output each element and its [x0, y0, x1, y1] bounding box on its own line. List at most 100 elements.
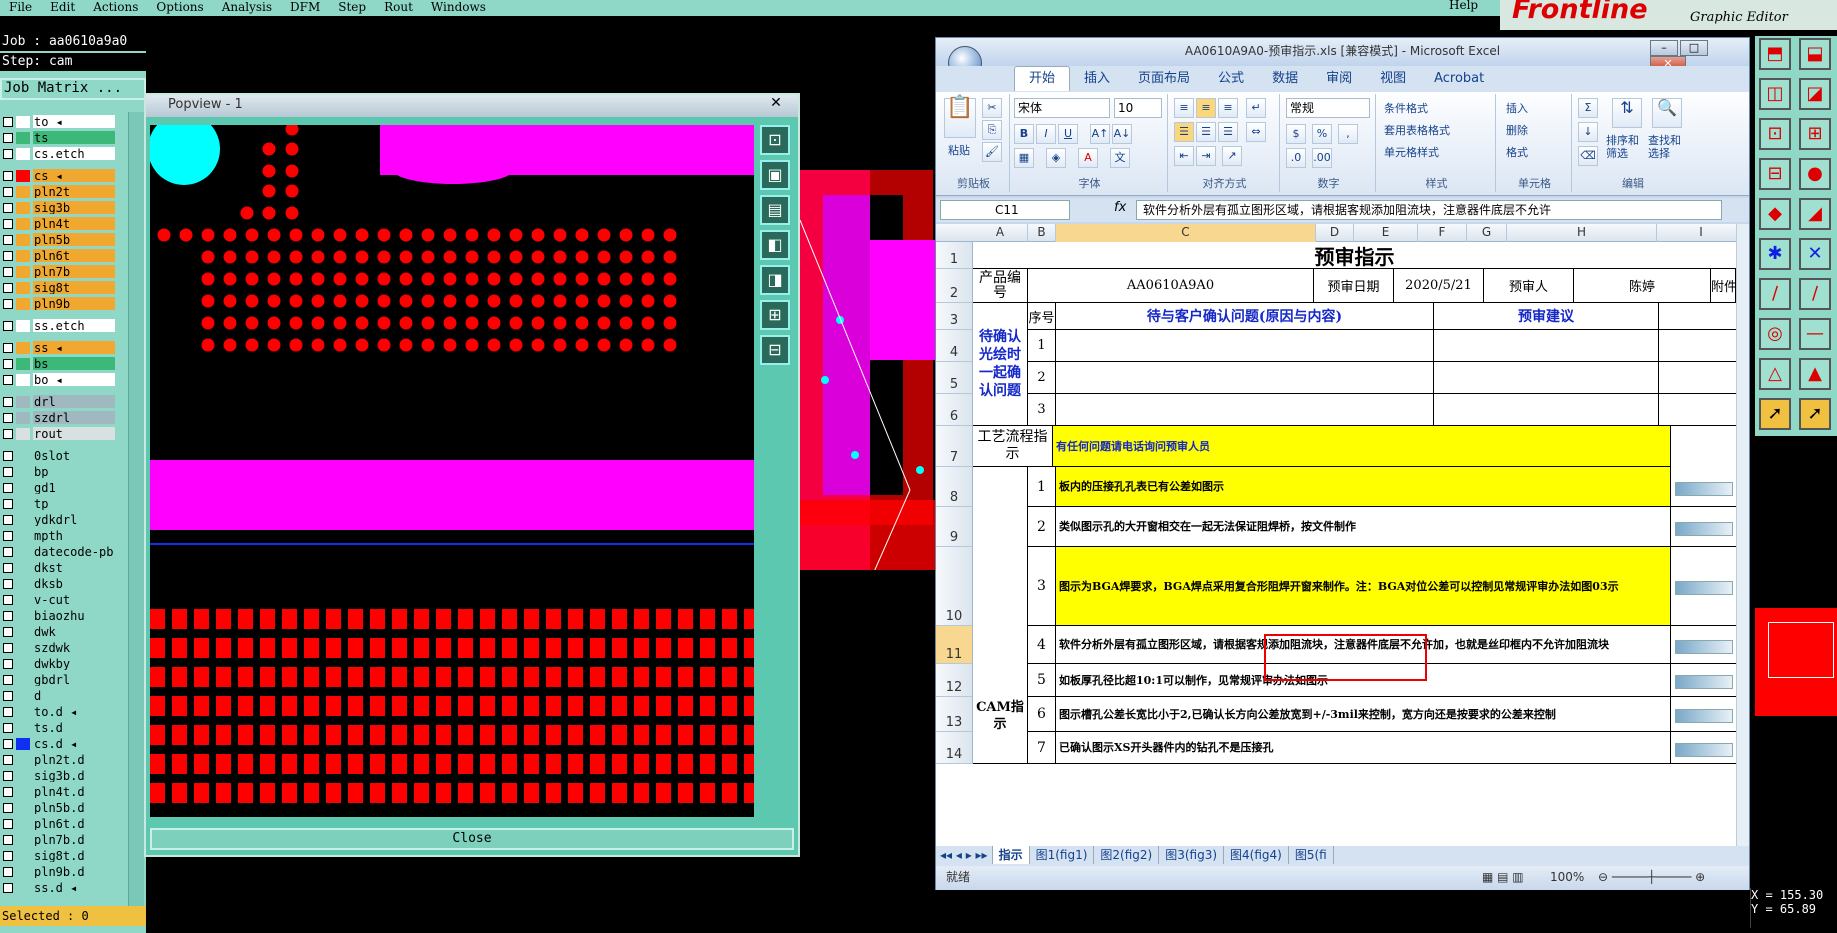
layer-checkbox[interactable]	[3, 755, 13, 765]
layer-row[interactable]: pln5b	[0, 232, 116, 247]
font-size-select[interactable]: 10	[1114, 98, 1162, 118]
percent-icon[interactable]: %	[1312, 124, 1332, 144]
layer-checkbox[interactable]	[3, 219, 13, 229]
layer-name[interactable]: pln6t	[33, 249, 115, 262]
zoom-down-icon[interactable]: ▤	[760, 195, 790, 225]
layer-checkbox[interactable]	[3, 343, 13, 353]
layer-row[interactable]: to ◂	[0, 114, 116, 129]
column-header[interactable]: G	[1467, 224, 1507, 242]
cell-styles-button[interactable]: 单元格样式	[1384, 144, 1439, 160]
tab-formulas[interactable]: 公式	[1204, 67, 1258, 91]
layer-color-swatch[interactable]	[16, 802, 30, 814]
zoom-in-icon[interactable]: ⊞	[760, 300, 790, 330]
layer-row[interactable]: bs	[0, 356, 116, 371]
layer-row[interactable]: dkst	[0, 560, 116, 575]
layer-color-swatch[interactable]	[16, 266, 30, 278]
layer-checkbox[interactable]	[3, 723, 13, 733]
cut-icon[interactable]: ✂	[982, 98, 1002, 118]
tab-data[interactable]: 数据	[1258, 67, 1312, 91]
layer-color-swatch[interactable]	[16, 116, 30, 128]
comma-icon[interactable]: ,	[1338, 124, 1358, 144]
layer-checkbox[interactable]	[3, 739, 13, 749]
layer-name[interactable]: pln4t.d	[33, 785, 115, 798]
layer-checkbox[interactable]	[3, 643, 13, 653]
layer-checkbox[interactable]	[3, 531, 13, 541]
sheet-tab-4[interactable]: 图4(fig4)	[1224, 846, 1289, 864]
sort-filter-icon[interactable]: ⇅	[1612, 98, 1642, 128]
tool-3-icon[interactable]: ◫	[1759, 78, 1791, 110]
tool-9-icon[interactable]: ◆	[1759, 198, 1791, 230]
layer-name[interactable]: gbdrl	[33, 673, 115, 686]
layer-name[interactable]: ss ◂	[33, 341, 115, 354]
tool-14-icon[interactable]: ∕	[1799, 278, 1831, 310]
tool-8-icon[interactable]: ●	[1799, 158, 1831, 190]
font-color-icon[interactable]: A	[1078, 148, 1098, 168]
tool-12-icon[interactable]: ✕	[1799, 238, 1831, 270]
layer-color-swatch[interactable]	[16, 578, 30, 590]
cam-item-text[interactable]: 板内的压接孔孔表已有公差如图示	[1056, 467, 1671, 507]
cam-item-number[interactable]: 5	[1028, 664, 1056, 697]
date-value[interactable]: 2020/5/21	[1394, 269, 1484, 303]
layer-row[interactable]: d	[0, 688, 116, 703]
tab-review[interactable]: 审阅	[1312, 67, 1366, 91]
column-header[interactable]: E	[1354, 224, 1418, 242]
layer-row[interactable]: sig3b.d	[0, 768, 116, 783]
layer-row[interactable]: rout	[0, 426, 116, 441]
issue-cell[interactable]	[1056, 330, 1434, 362]
layer-row[interactable]: sig8t	[0, 280, 116, 295]
layer-color-swatch[interactable]	[16, 754, 30, 766]
layer-checkbox[interactable]	[3, 883, 13, 893]
font-name-select[interactable]: 宋体	[1014, 98, 1110, 118]
decrease-decimal-icon[interactable]: .00	[1312, 148, 1332, 168]
layer-row[interactable]: ts	[0, 130, 116, 145]
layer-name[interactable]: d	[33, 689, 115, 702]
layer-color-swatch[interactable]	[16, 722, 30, 734]
maximize-icon[interactable]: □	[1680, 40, 1708, 56]
layer-checkbox[interactable]	[3, 359, 13, 369]
row-header[interactable]: 14	[936, 732, 973, 764]
cam-item-text[interactable]: 图示为BGA焊要求，BGA焊点采用复合形阻焊开窗来制作。注：BGA对位公差可以控…	[1056, 547, 1671, 626]
layer-name[interactable]: dkst	[33, 561, 115, 574]
cam-item-number[interactable]: 3	[1028, 547, 1056, 626]
issue-cell[interactable]	[1056, 362, 1434, 394]
sheet-tab-5[interactable]: 图5(fi	[1289, 846, 1334, 864]
cam-item-text[interactable]: 图示槽孔公差长宽比小于2,已确认长方向公差放宽到+/-3mil来控制，宽方向还是…	[1056, 697, 1671, 732]
layer-checkbox[interactable]	[3, 251, 13, 261]
sheet-tab-3[interactable]: 图3(fig3)	[1159, 846, 1225, 864]
layer-checkbox[interactable]	[3, 547, 13, 557]
layer-checkbox[interactable]	[3, 397, 13, 407]
row-header[interactable]: 1	[936, 242, 973, 269]
layer-row[interactable]: bp	[0, 464, 116, 479]
confirm-label[interactable]: 待确认光绘时一起确认问题	[973, 303, 1028, 426]
layer-color-swatch[interactable]	[16, 342, 30, 354]
row-header[interactable]: 8	[936, 467, 973, 507]
menu-edit[interactable]: Edit	[41, 1, 84, 13]
tab-view[interactable]: 视图	[1366, 67, 1420, 91]
layer-color-swatch[interactable]	[16, 250, 30, 262]
layer-checkbox[interactable]	[3, 321, 13, 331]
layer-name[interactable]: ydkdrl	[33, 513, 115, 526]
layer-checkbox[interactable]	[3, 627, 13, 637]
sheet-nav-arrows[interactable]: ◂◂ ◂ ▸ ▸▸	[936, 846, 993, 864]
layer-color-swatch[interactable]	[16, 690, 30, 702]
sheet-tab-2[interactable]: 图2(fig2)	[1094, 846, 1160, 864]
layer-row[interactable]: bo ◂	[0, 372, 116, 387]
menu-actions[interactable]: Actions	[84, 1, 147, 13]
find-select-icon[interactable]: 🔍	[1652, 98, 1682, 128]
sheet-tab-0[interactable]: 指示	[992, 846, 1030, 864]
layer-color-swatch[interactable]	[16, 882, 30, 894]
indent-inc-icon[interactable]: ⇥	[1196, 146, 1216, 166]
column-header[interactable]: A	[973, 224, 1028, 242]
layer-row[interactable]: drl	[0, 394, 116, 409]
menu-step[interactable]: Step	[329, 1, 375, 13]
cam-item-number[interactable]: 6	[1028, 697, 1056, 732]
copy-icon[interactable]: ⎘	[982, 120, 1002, 140]
align-bottom-icon[interactable]: ≡	[1218, 98, 1238, 118]
column-header[interactable]: F	[1418, 224, 1467, 242]
cam-item-number[interactable]: 7	[1028, 732, 1056, 764]
attachment-thumbnail[interactable]	[1671, 664, 1736, 697]
layer-row[interactable]: gd1	[0, 480, 116, 495]
layer-checkbox[interactable]	[3, 835, 13, 845]
reviewer-label[interactable]: 预审人	[1484, 269, 1574, 303]
select-pointer-icon[interactable]: ➚	[1799, 398, 1831, 430]
